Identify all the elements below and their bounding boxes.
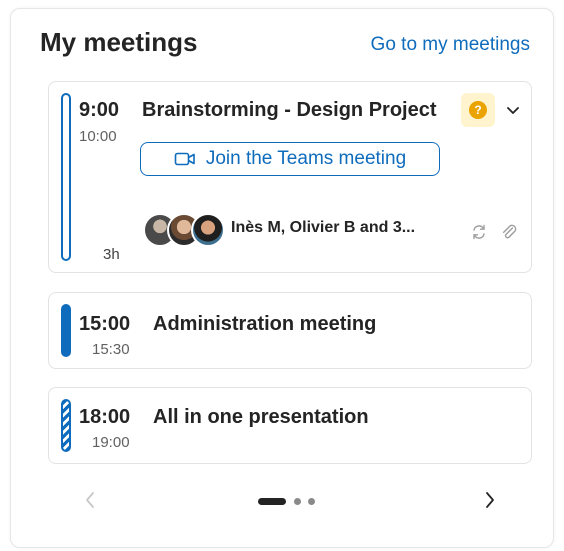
attendees-list: Inès M, Olivier B and 3...	[231, 219, 416, 236]
meeting-title: Administration meeting	[153, 313, 377, 335]
start-time: 9:00	[79, 99, 120, 121]
page-dot[interactable]	[308, 498, 315, 505]
end-time: 19:00	[92, 434, 130, 451]
attachment-icon	[502, 224, 517, 239]
duration-label: 3h	[103, 246, 120, 263]
question-mark-icon: ?	[469, 101, 487, 119]
start-time: 18:00	[79, 406, 131, 428]
chevron-left-icon[interactable]	[80, 488, 100, 512]
meeting-title: Brainstorming - Design Project	[142, 99, 437, 121]
page-dot[interactable]	[294, 498, 301, 505]
meeting-card[interactable]: 18:00 19:00 All in one presentation	[48, 387, 532, 464]
end-time: 15:30	[92, 341, 130, 358]
join-button-label: Join the Teams meeting	[205, 148, 407, 169]
start-time: 15:00	[79, 313, 131, 335]
pagination	[0, 480, 564, 520]
time-bar	[61, 93, 71, 261]
page-dot-active[interactable]	[258, 498, 286, 505]
chevron-right-icon[interactable]	[480, 488, 500, 512]
time-bar	[61, 304, 71, 357]
meeting-title: All in one presentation	[153, 406, 369, 428]
chevron-down-icon[interactable]	[503, 100, 523, 120]
go-to-my-meetings-link[interactable]: Go to my meetings	[371, 34, 530, 56]
meeting-card[interactable]: 9:00 10:00 Brainstorming - Design Projec…	[48, 81, 532, 273]
tentative-status-badge: ?	[461, 93, 495, 127]
time-bar	[61, 399, 71, 452]
join-teams-meeting-button[interactable]: Join the Teams meeting	[140, 142, 440, 176]
repeat-icon	[473, 224, 485, 240]
video-camera-icon	[174, 152, 195, 166]
end-time: 10:00	[79, 128, 117, 145]
avatar	[191, 213, 225, 247]
card-title: My meetings	[40, 27, 198, 57]
attendee-avatars[interactable]	[143, 213, 225, 247]
meeting-card[interactable]: 15:00 15:30 Administration meeting	[48, 292, 532, 369]
